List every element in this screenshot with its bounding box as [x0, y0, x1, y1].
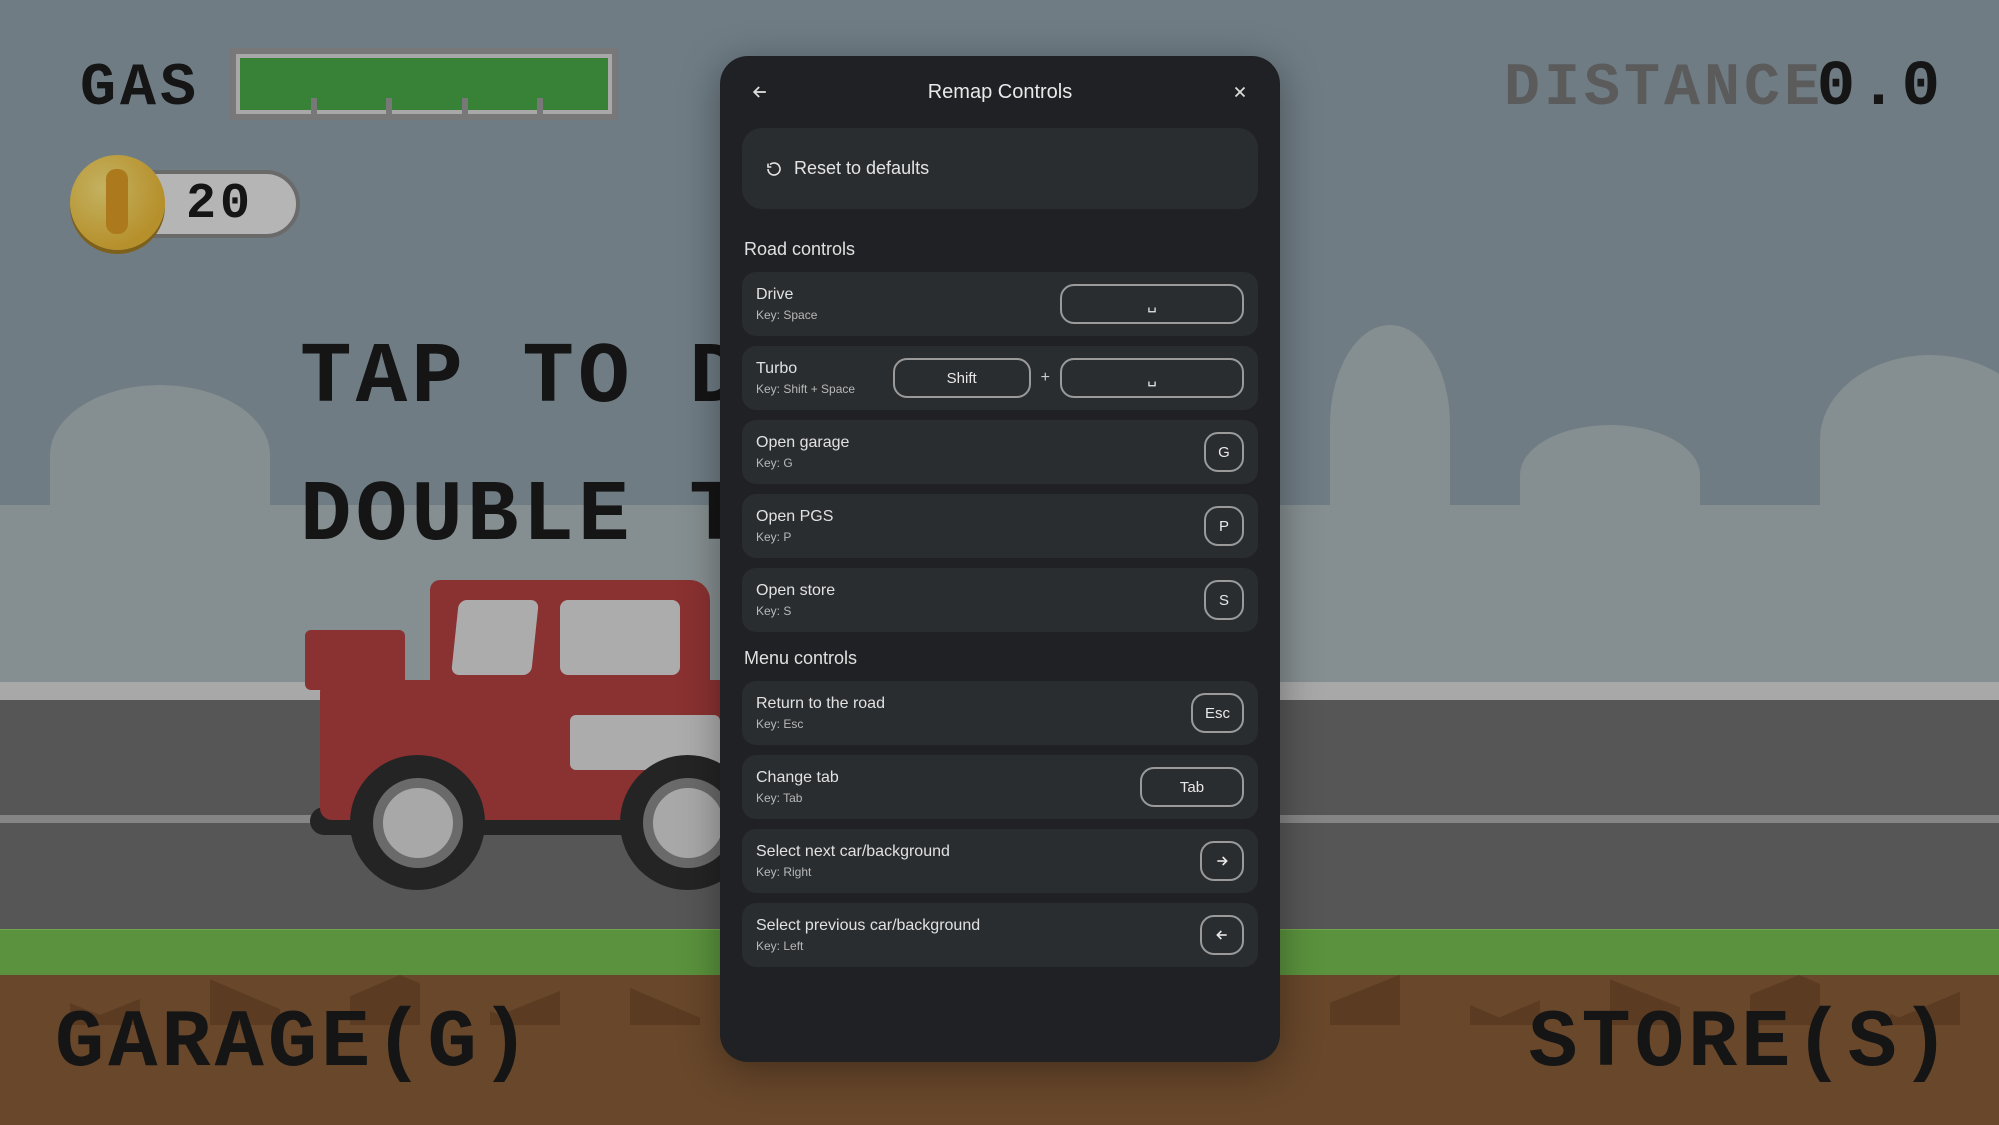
keycap-shift[interactable]: Shift [893, 358, 1031, 398]
coin-count: 20 [186, 176, 254, 233]
row-label: Select previous car/background [756, 917, 980, 935]
control-row-open-garage: Open garage Key: G G [742, 420, 1258, 484]
row-label: Select next car/background [756, 843, 950, 861]
control-row-drive: Drive Key: Space ␣ [742, 272, 1258, 336]
keycap-tab[interactable]: Tab [1140, 767, 1244, 807]
row-label: Open store [756, 582, 835, 600]
row-label: Return to the road [756, 695, 885, 713]
row-sublabel: Key: Shift + Space [756, 382, 855, 396]
arrow-left-icon [1214, 927, 1230, 943]
row-label: Open garage [756, 434, 849, 452]
coin-icon [70, 155, 165, 250]
close-icon [1231, 83, 1249, 101]
gas-fill [240, 58, 608, 110]
row-label: Drive [756, 286, 817, 304]
store-button[interactable]: STORE(S) [1528, 997, 1954, 1090]
row-sublabel: Key: G [756, 456, 849, 470]
control-row-return: Return to the road Key: Esc Esc [742, 681, 1258, 745]
control-row-select-next: Select next car/background Key: Right [742, 829, 1258, 893]
keycap-g[interactable]: G [1204, 432, 1244, 472]
modal-body: Reset to defaults Road controls Drive Ke… [720, 128, 1280, 999]
reset-to-defaults-button[interactable]: Reset to defaults [742, 128, 1258, 209]
garage-button[interactable]: GARAGE(G) [55, 997, 534, 1090]
wheel-icon [350, 755, 485, 890]
row-sublabel: Key: Tab [756, 791, 839, 805]
plus-separator: + [1039, 369, 1052, 387]
hill [50, 385, 270, 525]
keycap-p[interactable]: P [1204, 506, 1244, 546]
row-sublabel: Key: Right [756, 865, 950, 879]
control-row-open-store: Open store Key: S S [742, 568, 1258, 632]
gas-bar [230, 48, 618, 120]
row-label: Turbo [756, 360, 855, 378]
row-sublabel: Key: Esc [756, 717, 885, 731]
keycap-left[interactable] [1200, 915, 1244, 955]
row-label: Open PGS [756, 508, 833, 526]
modal-title: Remap Controls [928, 81, 1073, 104]
control-row-open-pgs: Open PGS Key: P P [742, 494, 1258, 558]
keycap-space[interactable]: ␣ [1060, 284, 1244, 324]
distance-value: 0.0 [1817, 52, 1944, 124]
section-title-road: Road controls [744, 239, 1256, 260]
control-row-turbo: Turbo Key: Shift + Space Shift + ␣ [742, 346, 1258, 410]
reset-icon [766, 161, 782, 177]
row-label: Change tab [756, 769, 839, 787]
modal-header: Remap Controls [720, 56, 1280, 128]
keycap-right[interactable] [1200, 841, 1244, 881]
arrow-left-icon [750, 82, 770, 102]
car [310, 550, 790, 890]
hill [1330, 325, 1450, 525]
back-button[interactable] [742, 74, 778, 110]
remap-controls-modal: Remap Controls Reset to defaults Road co… [720, 56, 1280, 1062]
row-sublabel: Key: Space [756, 308, 817, 322]
keycap-space[interactable]: ␣ [1060, 358, 1244, 398]
keycap-esc[interactable]: Esc [1191, 693, 1244, 733]
arrow-right-icon [1214, 853, 1230, 869]
row-sublabel: Key: S [756, 604, 835, 618]
row-sublabel: Key: P [756, 530, 833, 544]
gas-label: GAS [80, 55, 200, 123]
row-sublabel: Key: Left [756, 939, 980, 953]
control-row-select-prev: Select previous car/background Key: Left [742, 903, 1258, 967]
reset-label: Reset to defaults [794, 158, 929, 179]
distance-label: DISTANCE [1504, 55, 1824, 123]
section-title-menu: Menu controls [744, 648, 1256, 669]
close-button[interactable] [1222, 74, 1258, 110]
control-row-change-tab: Change tab Key: Tab Tab [742, 755, 1258, 819]
keycap-s[interactable]: S [1204, 580, 1244, 620]
